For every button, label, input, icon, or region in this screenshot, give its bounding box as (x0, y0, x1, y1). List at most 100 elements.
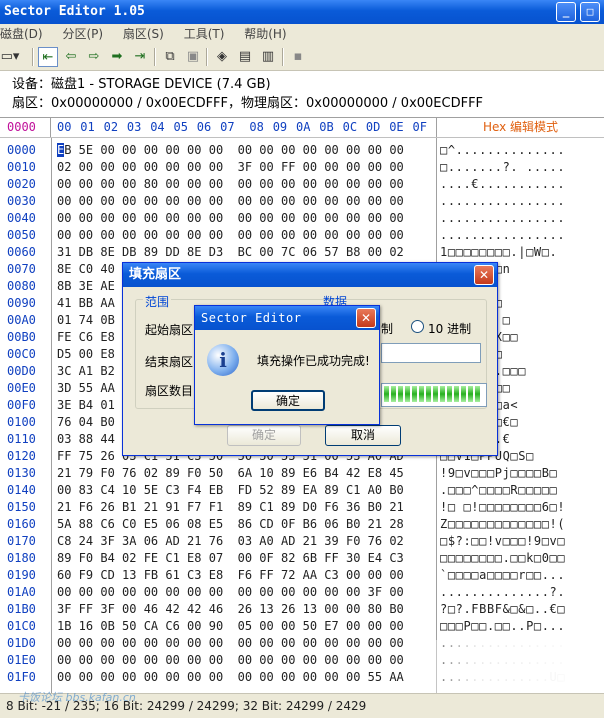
row-hex-bytes[interactable]: 00 00 00 00 00 00 00 00 00 00 00 00 00 0… (57, 652, 404, 669)
row-hex-bytes[interactable]: 02 00 00 00 00 00 00 00 3F 00 FF 00 00 0… (57, 159, 404, 176)
menu-tools[interactable]: 工具(T) (184, 24, 225, 44)
save-icon[interactable]: ▪ (288, 47, 308, 67)
sector-editor-window: Sector Editor 1.05 _ □ 磁盘(D) 分区(P) 扇区(S)… (0, 0, 604, 718)
hex-row[interactable]: 0150 21 F6 26 B1 21 91 F7 F1 89 C1 89 D0 … (0, 499, 604, 516)
hex-row[interactable]: 0020 00 00 00 00 80 00 00 00 00 00 00 00 … (0, 176, 604, 193)
row-ascii[interactable]: Z□□□□□□□□□□□□□!( (440, 516, 565, 533)
row-ascii[interactable]: ....€........... (440, 176, 565, 193)
row-ascii[interactable]: !9□v□□□Pj□□□□B□ (440, 465, 557, 482)
message-close-button[interactable]: ✕ (356, 308, 376, 328)
hex-row[interactable]: 01B0 3F FF 3F 00 46 42 42 46 26 13 26 13 … (0, 601, 604, 618)
row-ascii[interactable]: .□□□^□□□□R□□□□□ (440, 482, 557, 499)
row-ascii[interactable]: □$?:□□!v□□□!9□v□ (440, 533, 565, 550)
column-header: 07 (220, 120, 235, 134)
row-ascii[interactable]: ................ (440, 210, 565, 227)
row-hex-bytes[interactable]: 00 00 00 00 00 00 00 00 00 00 00 00 00 0… (57, 584, 404, 601)
copy-icon[interactable]: ⧉ (160, 47, 180, 67)
next-sector-icon[interactable]: ⇨ (84, 47, 104, 67)
hex-row[interactable]: 0050 00 00 00 00 00 00 00 00 00 00 00 00 … (0, 227, 604, 244)
hex-row[interactable]: 0010 02 00 00 00 00 00 00 00 3F 00 FF 00 … (0, 159, 604, 176)
row-hex-bytes[interactable]: 00 00 00 00 00 00 00 00 00 00 00 00 00 0… (57, 669, 404, 686)
minimize-button[interactable]: _ (556, 2, 576, 22)
first-sector-icon[interactable]: ⇤ (38, 47, 58, 67)
row-ascii[interactable]: □^.............. (440, 142, 565, 159)
row-hex-bytes[interactable]: EB 5E 00 00 00 00 00 00 00 00 00 00 00 0… (57, 142, 404, 159)
row-hex-bytes[interactable]: 00 00 00 00 80 00 00 00 00 00 00 00 00 0… (57, 176, 404, 193)
row-ascii[interactable]: □□□P□□.□□..P□... (440, 618, 565, 635)
toolbar-separator (154, 48, 156, 66)
watermark-text: 卡饭论坛 bbs.kafan.cn (18, 691, 136, 704)
app-title: Sector Editor 1.05 (4, 4, 145, 19)
row-ascii[interactable]: ?□?.FBBF&□&□..€□ (440, 601, 565, 618)
import-icon[interactable]: ▥ (258, 47, 278, 67)
row-hex-bytes[interactable]: 21 F6 26 B1 21 91 F7 F1 89 C1 89 D0 F6 3… (57, 499, 404, 516)
export-icon[interactable]: ▤ (235, 47, 255, 67)
row-ascii[interactable]: `□□□□a□□□□r□□... (440, 567, 565, 584)
row-ascii[interactable]: ................ (440, 227, 565, 244)
device-info: 设备：磁盘1 - STORAGE DEVICE (7.4 GB) 扇区：0x00… (0, 71, 604, 117)
row-ascii[interactable]: ................ (440, 193, 565, 210)
row-ascii[interactable]: 1□□□□□□□□.|□W□. (440, 244, 557, 261)
toolbar-separator (206, 48, 208, 66)
fill-icon[interactable]: ◈ (212, 47, 232, 67)
row-hex-bytes[interactable]: 00 00 00 00 00 00 00 00 00 00 00 00 00 0… (57, 210, 404, 227)
row-address: 00F0 (7, 398, 36, 412)
menu-partition[interactable]: 分区(P) (62, 24, 103, 44)
hex-row[interactable]: 0030 00 00 00 00 00 00 00 00 00 00 00 00 … (0, 193, 604, 210)
row-hex-bytes[interactable]: 1B 16 0B 50 CA C6 00 90 05 00 00 50 E7 0… (57, 618, 404, 635)
row-ascii[interactable]: □.......?. ..... (440, 159, 565, 176)
fill-ok-button[interactable]: 确定 (227, 425, 301, 446)
last-sector-icon[interactable]: ⇥ (130, 47, 150, 67)
hex-row[interactable]: 01C0 1B 16 0B 50 CA C6 00 90 05 00 00 50 … (0, 618, 604, 635)
hex-row[interactable]: 0190 60 F9 CD 13 FB 61 C3 E8 F6 FF 72 AA … (0, 567, 604, 584)
row-hex-bytes[interactable]: 60 F9 CD 13 FB 61 C3 E8 F6 FF 72 AA C3 0… (57, 567, 404, 584)
row-hex-bytes[interactable]: 89 F0 B4 02 FE C1 E8 07 00 0F 82 6B FF 3… (57, 550, 404, 567)
row-ascii[interactable]: ..............?. (440, 584, 565, 601)
fill-dialog-close-button[interactable]: ✕ (474, 265, 494, 285)
fill-progress-bar (381, 383, 487, 407)
disk-dropdown-icon[interactable]: ▭▾ (0, 47, 20, 67)
hex-row[interactable]: 0140 00 83 C4 10 5E C3 F4 EB FD 52 89 EA … (0, 482, 604, 499)
row-hex-bytes[interactable]: 00 00 00 00 00 00 00 00 00 00 00 00 00 0… (57, 635, 404, 652)
row-hex-bytes[interactable]: 31 DB 8E DB 89 DD 8E D3 BC 00 7C 06 57 B… (57, 244, 404, 261)
row-address: 0190 (7, 568, 36, 582)
edit-mode-label: Hex 编辑模式 (436, 118, 604, 137)
row-hex-bytes[interactable]: 00 00 00 00 00 00 00 00 00 00 00 00 00 0… (57, 193, 404, 210)
hex-row[interactable]: 0180 89 F0 B4 02 FE C1 E8 07 00 0F 82 6B … (0, 550, 604, 567)
row-ascii[interactable]: !□ □!□□□□□□□□6□! (440, 499, 565, 516)
row-hex-bytes[interactable]: C8 24 3F 3A 06 AD 21 76 03 A0 AD 21 39 F… (57, 533, 404, 550)
fill-data-input[interactable] (381, 343, 481, 363)
forward-sector-icon[interactable]: ➡ (107, 47, 127, 67)
row-address: 0060 (7, 245, 36, 259)
message-ok-button[interactable]: 确定 (251, 390, 325, 411)
menu-sector[interactable]: 扇区(S) (123, 24, 164, 44)
progress-segment (398, 386, 403, 402)
menu-help[interactable]: 帮助(H) (244, 24, 286, 44)
row-hex-bytes[interactable]: 00 00 00 00 00 00 00 00 00 00 00 00 00 0… (57, 227, 404, 244)
column-header: 05 (173, 120, 188, 134)
progress-segment (405, 386, 410, 402)
row-address: 0050 (7, 228, 36, 242)
paste-icon[interactable]: ▣ (183, 47, 203, 67)
row-hex-bytes[interactable]: 5A 88 C6 C0 E5 06 08 E5 86 CD 0F B6 06 B… (57, 516, 404, 533)
hex-row[interactable]: 0040 00 00 00 00 00 00 00 00 00 00 00 00 … (0, 210, 604, 227)
hex-row[interactable]: 0000 EB 5E 00 00 00 00 00 00 00 00 00 00 … (0, 142, 604, 159)
previous-sector-icon[interactable]: ⇦ (61, 47, 81, 67)
row-address: 0140 (7, 483, 36, 497)
row-hex-bytes[interactable]: 3F FF 3F 00 46 42 42 46 26 13 26 13 00 0… (57, 601, 404, 618)
hex-row[interactable]: 0130 21 79 F0 76 02 89 F0 50 6A 10 89 E6 … (0, 465, 604, 482)
row-hex-bytes[interactable]: 00 83 C4 10 5E C3 F4 EB FD 52 89 EA 89 C… (57, 482, 404, 499)
cursor-byte[interactable]: E (57, 143, 65, 157)
fill-cancel-button[interactable]: 取消 (325, 425, 401, 446)
row-address: 0150 (7, 500, 36, 514)
hex-row[interactable]: 0160 5A 88 C6 C0 E5 06 08 E5 86 CD 0F B6 … (0, 516, 604, 533)
menu-disk[interactable]: 磁盘(D) (0, 24, 43, 44)
row-hex-bytes[interactable]: 21 79 F0 76 02 89 F0 50 6A 10 89 E6 B4 4… (57, 465, 404, 482)
maximize-button[interactable]: □ (580, 2, 600, 22)
hex-row[interactable]: 0060 31 DB 8E DB 89 DD 8E D3 BC 00 7C 06 … (0, 244, 604, 261)
sector-line: 扇区：0x00000000 / 0x00ECDFFF，物理扇区：0x000000… (12, 96, 484, 111)
row-ascii[interactable]: □□□□□□□□.□□k□0□□ (440, 550, 565, 567)
hex-row[interactable]: 0170 C8 24 3F 3A 06 AD 21 76 03 A0 AD 21 … (0, 533, 604, 550)
decimal-radio[interactable] (411, 320, 424, 333)
hex-row[interactable]: 01A0 00 00 00 00 00 00 00 00 00 00 00 00 … (0, 584, 604, 601)
